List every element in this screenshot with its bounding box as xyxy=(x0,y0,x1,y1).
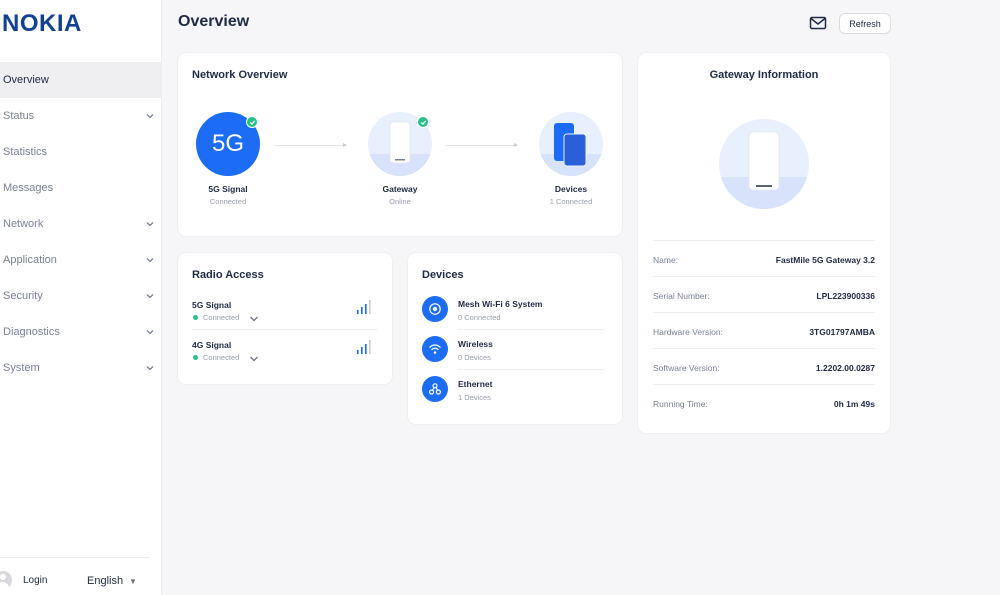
signal-strength-icon xyxy=(357,300,371,314)
chevron-down-icon xyxy=(144,110,156,122)
connector-line xyxy=(446,143,518,147)
check-icon xyxy=(417,116,429,128)
chevron-down-icon xyxy=(144,326,156,338)
card-title: Network Overview xyxy=(192,69,288,81)
check-icon xyxy=(246,116,258,128)
card-title: Gateway Information xyxy=(709,69,819,81)
device-count: 1 Devices xyxy=(458,393,491,402)
info-label: Serial Number: xyxy=(653,291,710,301)
node-label: 5G Signal xyxy=(208,184,248,194)
sidebar-item-label: Status xyxy=(3,110,35,122)
node-status: 1 Connected xyxy=(549,197,593,206)
info-value: LPL223900336 xyxy=(816,291,875,301)
device-row-ethernet[interactable]: Ethernet 1 Devices xyxy=(422,375,608,409)
signal-name: 5G Signal xyxy=(192,300,232,310)
sidebar-item-network[interactable]: Network xyxy=(0,206,162,242)
nokia-logo[interactable]: NOKIA xyxy=(2,10,82,38)
wifi-icon xyxy=(422,336,448,362)
info-row-hardware: Hardware Version: 3TG01797AMBA xyxy=(653,312,875,348)
info-row-running-time: Running Time: 0h 1m 49s xyxy=(653,384,875,420)
sidebar-item-label: Network xyxy=(3,218,44,230)
sidebar-item-system[interactable]: System xyxy=(0,350,162,386)
sidebar-item-label: Statistics xyxy=(3,146,48,158)
login-link[interactable]: Login xyxy=(23,575,47,586)
info-row-software: Software Version: 1.2202.00.0287 xyxy=(653,348,875,384)
device-row-wireless[interactable]: Wireless 0 Devices xyxy=(422,335,608,369)
node-status: Connected xyxy=(209,197,247,206)
chevron-down-icon xyxy=(144,218,156,230)
node-label: Gateway xyxy=(382,184,418,194)
info-value: 1.2202.00.0287 xyxy=(815,363,875,373)
chevron-down-icon xyxy=(144,290,156,302)
info-label: Software Version: xyxy=(653,363,720,373)
info-row-serial: Serial Number: LPL223900336 xyxy=(653,276,875,312)
sidebar-item-statistics[interactable]: Statistics xyxy=(0,134,162,170)
5g-icon: 5G xyxy=(211,130,244,157)
sidebar-item-security[interactable]: Security xyxy=(0,278,162,314)
device-count: 0 Connected xyxy=(458,313,501,322)
mesh-icon xyxy=(422,296,448,322)
card-title: Devices xyxy=(422,269,464,281)
sidebar-item-label: Overview xyxy=(3,74,49,86)
sidebar-footer: Login English ▼ xyxy=(0,557,150,595)
info-label: Running Time: xyxy=(653,399,708,409)
signal-status: Connected xyxy=(192,313,239,322)
ethernet-icon xyxy=(422,376,448,402)
sidebar-item-label: Diagnostics xyxy=(3,326,60,338)
node-status: Online xyxy=(389,197,411,206)
sidebar-item-label: System xyxy=(3,362,40,374)
gateway-device-icon xyxy=(719,131,809,209)
radio-access-card: Radio Access 5G Signal Connected 4G Sign… xyxy=(178,253,392,384)
devices-card: Devices Mesh Wi-Fi 6 System 0 Connected … xyxy=(408,253,622,424)
info-value: FastMile 5G Gateway 3.2 xyxy=(775,255,875,265)
sidebar-nav: Overview Status Statistics Messages Netw… xyxy=(0,62,162,386)
info-value: 0h 1m 49s xyxy=(833,399,875,409)
gateway-image xyxy=(719,119,809,209)
info-label: Name: xyxy=(653,255,679,265)
signal-row-5g[interactable]: 5G Signal Connected xyxy=(192,300,378,336)
devices-node[interactable] xyxy=(539,112,603,176)
sidebar-item-messages[interactable]: Messages xyxy=(0,170,162,206)
divider xyxy=(458,329,604,330)
devices-icon xyxy=(539,123,603,176)
page-title: Overview xyxy=(178,13,250,30)
info-label: Hardware Version: xyxy=(653,327,723,337)
card-title: Radio Access xyxy=(192,269,264,281)
divider xyxy=(458,369,604,370)
divider xyxy=(192,329,378,330)
gateway-information-card: Gateway Information Name: FastMile 5G Ga… xyxy=(638,53,890,433)
signal-row-4g[interactable]: 4G Signal Connected xyxy=(192,340,378,376)
sidebar-item-label: Messages xyxy=(3,182,54,194)
sidebar-item-diagnostics[interactable]: Diagnostics xyxy=(0,314,162,350)
node-label: Devices xyxy=(554,184,588,194)
device-name: Wireless xyxy=(458,339,493,349)
device-count: 0 Devices xyxy=(458,353,491,362)
chevron-down-icon[interactable] xyxy=(249,315,259,323)
refresh-button[interactable]: Refresh xyxy=(839,13,891,34)
info-row-name: Name: FastMile 5G Gateway 3.2 xyxy=(653,240,875,276)
signal-strength-icon xyxy=(357,340,371,354)
caret-down-icon[interactable]: ▼ xyxy=(129,577,137,586)
sidebar: NOKIA Overview Status Statistics Message… xyxy=(0,0,162,595)
signal-name: 4G Signal xyxy=(192,340,232,350)
sidebar-item-overview[interactable]: Overview xyxy=(0,62,162,98)
connector-line xyxy=(275,143,347,147)
info-value: 3TG01797AMBA xyxy=(809,327,875,337)
sidebar-item-label: Security xyxy=(3,290,43,302)
sidebar-item-label: Application xyxy=(3,254,57,266)
sidebar-item-application[interactable]: Application xyxy=(0,242,162,278)
chevron-down-icon[interactable] xyxy=(249,355,259,363)
language-select[interactable]: English xyxy=(87,575,123,587)
chevron-down-icon xyxy=(144,362,156,374)
chevron-down-icon xyxy=(144,254,156,266)
signal-status: Connected xyxy=(192,353,239,362)
avatar[interactable] xyxy=(0,571,12,589)
mail-icon[interactable] xyxy=(809,15,827,31)
device-name: Mesh Wi-Fi 6 System xyxy=(458,299,543,309)
device-row-mesh[interactable]: Mesh Wi-Fi 6 System 0 Connected xyxy=(422,295,608,329)
network-overview-card: Network Overview 5G 5G Signal Connected … xyxy=(178,53,622,236)
device-name: Ethernet xyxy=(458,379,493,389)
sidebar-item-status[interactable]: Status xyxy=(0,98,162,134)
